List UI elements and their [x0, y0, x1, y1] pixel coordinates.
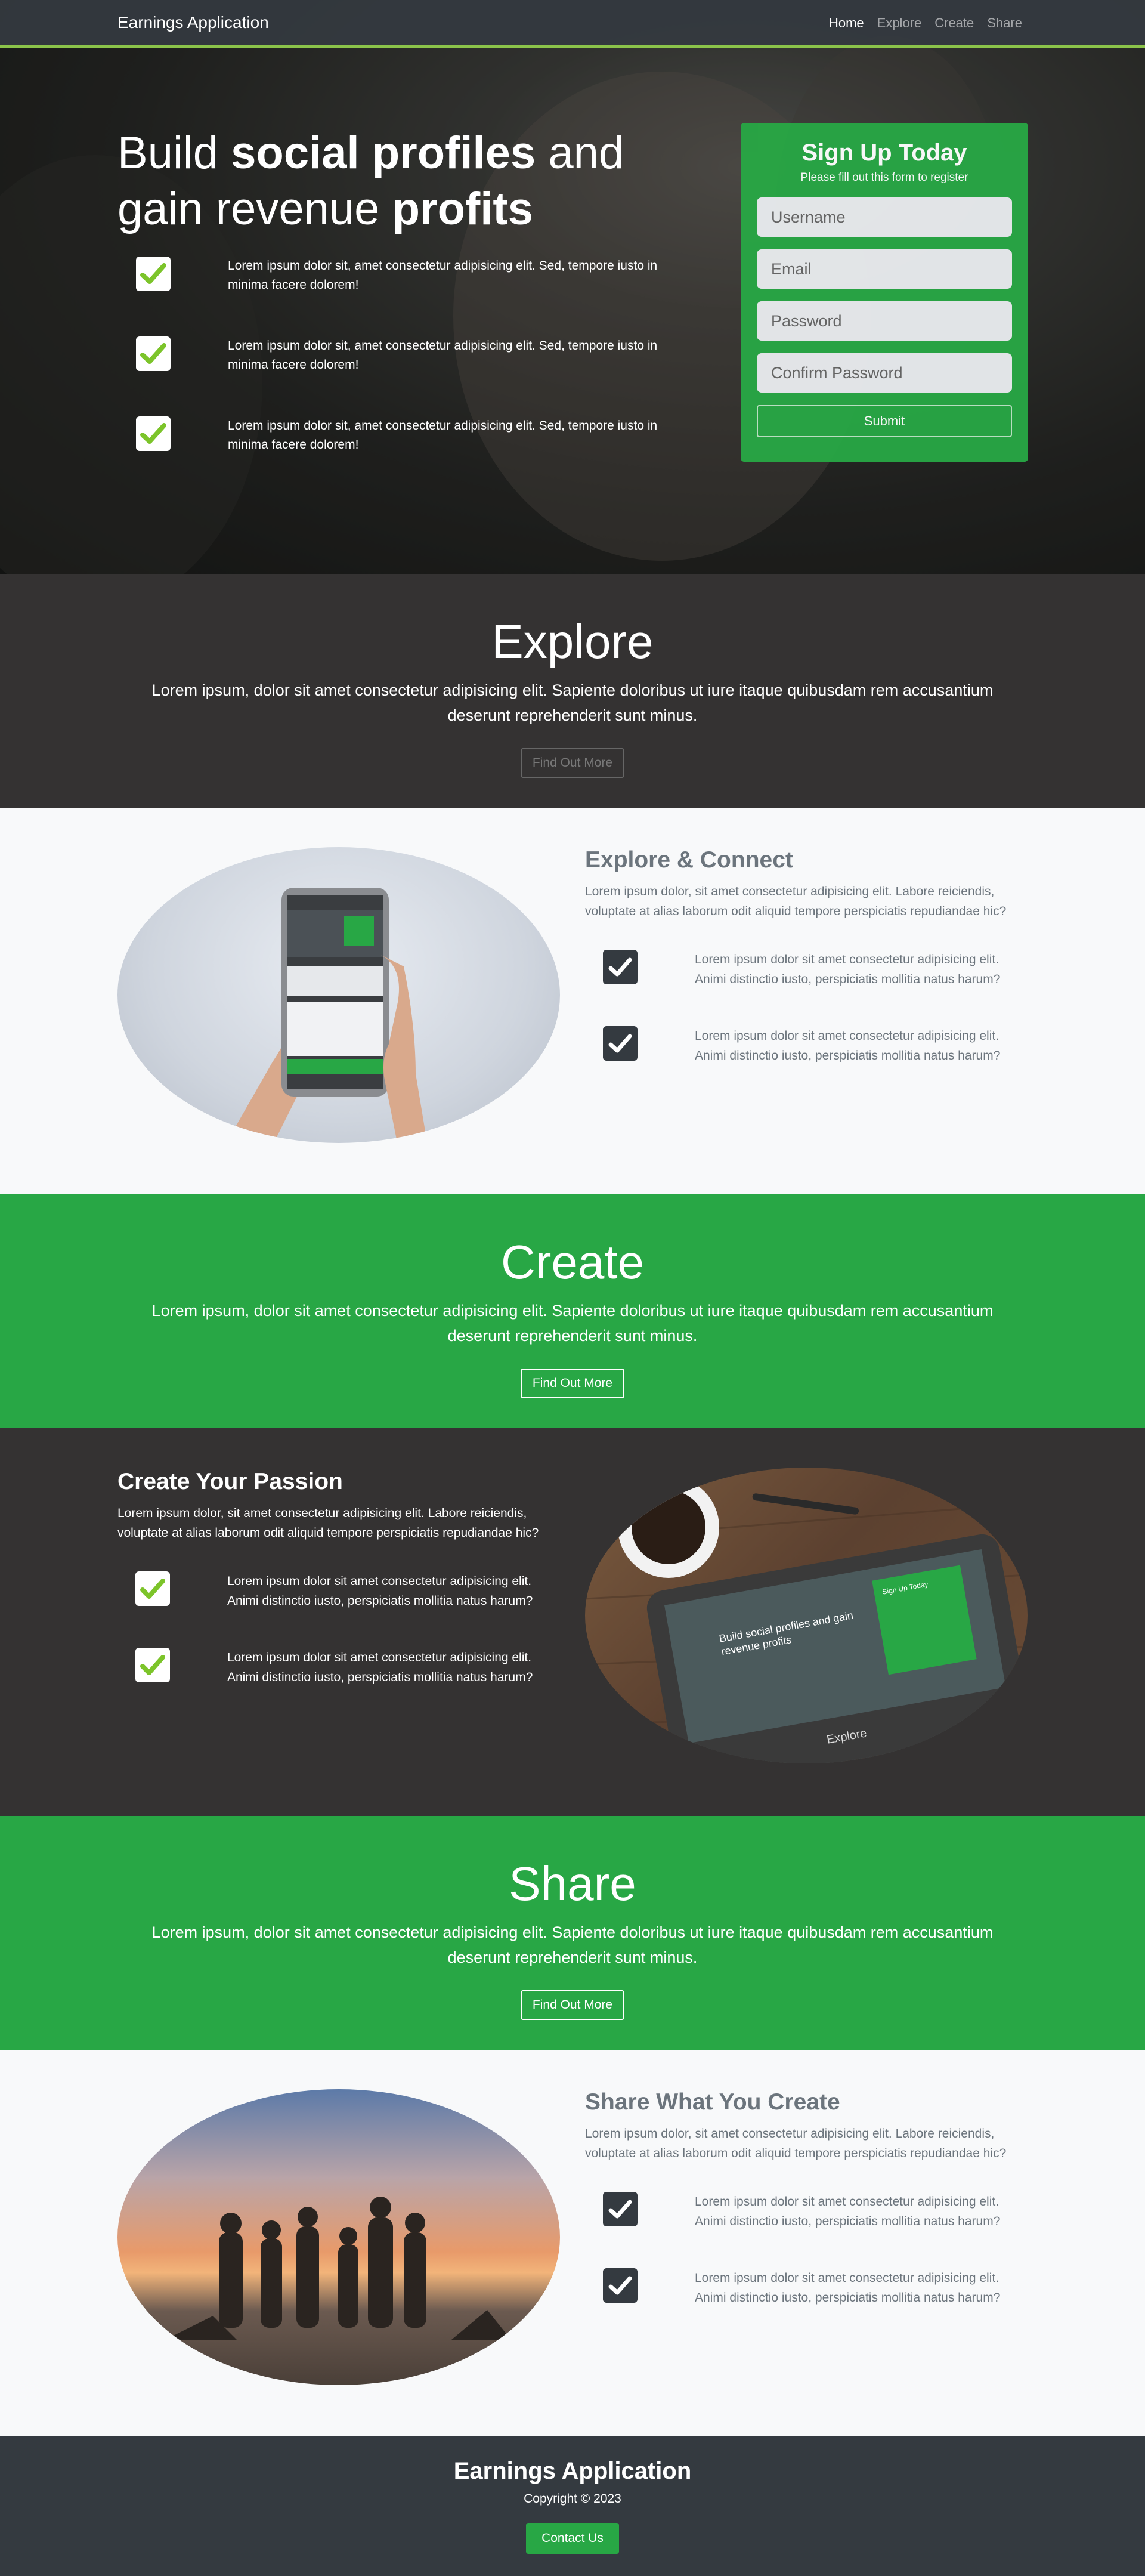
list-item-text: Lorem ipsum dolor sit amet consectetur a…: [695, 1029, 1001, 1062]
share-text: Lorem ipsum, dolor sit amet consectetur …: [151, 1923, 994, 1966]
create-passion-items: Lorem ipsum dolor sit amet consectetur a…: [117, 1571, 559, 1687]
explore-connect-text: Explore & Connect Lorem ipsum dolor, sit…: [585, 847, 1026, 1102]
navbar: Earnings Application Home Explore Create…: [0, 0, 1145, 48]
signup-title: Sign Up Today: [802, 140, 967, 166]
check-icon: [135, 1648, 170, 1682]
list-item: Lorem ipsum dolor sit amet consectetur a…: [603, 2192, 1026, 2231]
hero-title: Build social profiles and gain revenue p…: [117, 128, 624, 234]
footer: Earnings Application Copyright © 2023 Co…: [0, 2436, 1145, 2576]
explore-connect-section: Explore & Connect Lorem ipsum dolor, sit…: [0, 808, 1145, 1194]
share-create-section: Share What You Create Lorem ipsum dolor,…: [0, 2050, 1145, 2436]
explore-find-out-more-button[interactable]: Find Out More: [520, 748, 625, 778]
hero-features: Lorem ipsum dolor sit, amet consectetur …: [136, 257, 673, 496]
list-item-text: Lorem ipsum dolor sit amet consectetur a…: [695, 2195, 1001, 2228]
friends-silhouette: [165, 2197, 511, 2340]
nav-link-share[interactable]: Share: [987, 16, 1022, 31]
nav-link-explore[interactable]: Explore: [877, 16, 922, 31]
submit-button[interactable]: Submit: [757, 405, 1012, 437]
share-create-lead: Lorem ipsum dolor, sit amet consectetur …: [585, 2127, 1007, 2160]
hero-feature: Lorem ipsum dolor sit, amet consectetur …: [136, 257, 673, 295]
share-create-text: Share What You Create Lorem ipsum dolor,…: [585, 2089, 1026, 2345]
hero-feature: Lorem ipsum dolor sit, amet consectetur …: [136, 416, 673, 455]
nav-link-create[interactable]: Create: [934, 16, 974, 31]
contact-us-button[interactable]: Contact Us: [526, 2523, 619, 2554]
list-item: Lorem ipsum dolor sit amet consectetur a…: [135, 1571, 559, 1611]
nav-link-home[interactable]: Home: [829, 16, 864, 31]
check-square-icon: [603, 1026, 638, 1061]
list-item-text: Lorem ipsum dolor sit amet consectetur a…: [695, 2271, 1001, 2305]
create-section: Create Lorem ipsum, dolor sit amet conse…: [0, 1194, 1145, 1428]
share-find-out-more-button[interactable]: Find Out More: [520, 1990, 625, 2020]
check-icon: [136, 257, 171, 291]
check-icon: [136, 336, 171, 371]
share-create-items: Lorem ipsum dolor sit amet consectetur a…: [585, 2192, 1026, 2308]
hero-feature-text: Lorem ipsum dolor sit, amet consectetur …: [228, 419, 658, 452]
username-input[interactable]: [757, 197, 1012, 237]
navbar-brand[interactable]: Earnings Application: [117, 13, 269, 32]
phone-image: [117, 847, 560, 1143]
create-passion-lead: Lorem ipsum dolor, sit amet consectetur …: [117, 1506, 539, 1540]
friends-image: [117, 2089, 560, 2385]
phone-illustration: [226, 888, 428, 1143]
list-item: Lorem ipsum dolor sit amet consectetur a…: [603, 2268, 1026, 2308]
check-square-icon: [603, 2268, 638, 2303]
explore-title: Explore: [491, 615, 654, 668]
footer-copyright: Copyright © 2023: [524, 2492, 621, 2506]
create-title: Create: [500, 1236, 645, 1289]
check-square-icon: [603, 950, 638, 984]
list-item-text: Lorem ipsum dolor sit amet consectetur a…: [695, 953, 1001, 986]
list-item-text: Lorem ipsum dolor sit amet consectetur a…: [227, 1651, 533, 1684]
share-title: Share: [509, 1857, 636, 1910]
list-item: Lorem ipsum dolor sit amet consectetur a…: [603, 1026, 1026, 1065]
list-item: Lorem ipsum dolor sit amet consectetur a…: [603, 950, 1026, 989]
create-passion-text: Create Your Passion Lorem ipsum dolor, s…: [117, 1469, 559, 1724]
explore-connect-items: Lorem ipsum dolor sit amet consectetur a…: [585, 950, 1026, 1065]
explore-text: Lorem ipsum, dolor sit amet consectetur …: [151, 681, 994, 724]
explore-connect-title: Explore & Connect: [585, 847, 793, 873]
create-text: Lorem ipsum, dolor sit amet consectetur …: [151, 1302, 994, 1345]
confirm-password-input[interactable]: [757, 353, 1012, 393]
hero-section: Build social profiles and gain revenue p…: [0, 0, 1145, 574]
hero-feature-text: Lorem ipsum dolor sit, amet consectetur …: [228, 339, 658, 372]
share-section: Share Lorem ipsum, dolor sit amet consec…: [0, 1816, 1145, 2050]
list-item: Lorem ipsum dolor sit amet consectetur a…: [135, 1648, 559, 1687]
create-passion-section: Create Your Passion Lorem ipsum dolor, s…: [0, 1428, 1145, 1816]
email-input[interactable]: [757, 249, 1012, 289]
explore-section: Explore Lorem ipsum, dolor sit amet cons…: [0, 574, 1145, 808]
signup-subtitle: Please fill out this form to register: [800, 171, 968, 184]
share-create-title: Share What You Create: [585, 2089, 840, 2115]
check-square-icon: [603, 2192, 638, 2226]
create-passion-title: Create Your Passion: [117, 1469, 343, 1494]
list-item-text: Lorem ipsum dolor sit amet consectetur a…: [227, 1574, 533, 1608]
hero-feature: Lorem ipsum dolor sit, amet consectetur …: [136, 336, 673, 375]
signup-form: Sign Up Today Please fill out this form …: [741, 123, 1028, 462]
create-find-out-more-button[interactable]: Find Out More: [520, 1369, 625, 1398]
nav-links: Home Explore Create Share: [829, 16, 1022, 31]
password-input[interactable]: [757, 301, 1012, 341]
hero-feature-text: Lorem ipsum dolor sit, amet consectetur …: [228, 259, 658, 292]
tablet-image: Build social profiles and gain revenue p…: [585, 1468, 1028, 1763]
check-icon: [136, 416, 171, 451]
check-icon: [135, 1571, 170, 1606]
explore-connect-lead: Lorem ipsum dolor, sit amet consectetur …: [585, 885, 1007, 918]
footer-title: Earnings Application: [453, 2458, 692, 2484]
tablet-illustration: [585, 1477, 1028, 1763]
